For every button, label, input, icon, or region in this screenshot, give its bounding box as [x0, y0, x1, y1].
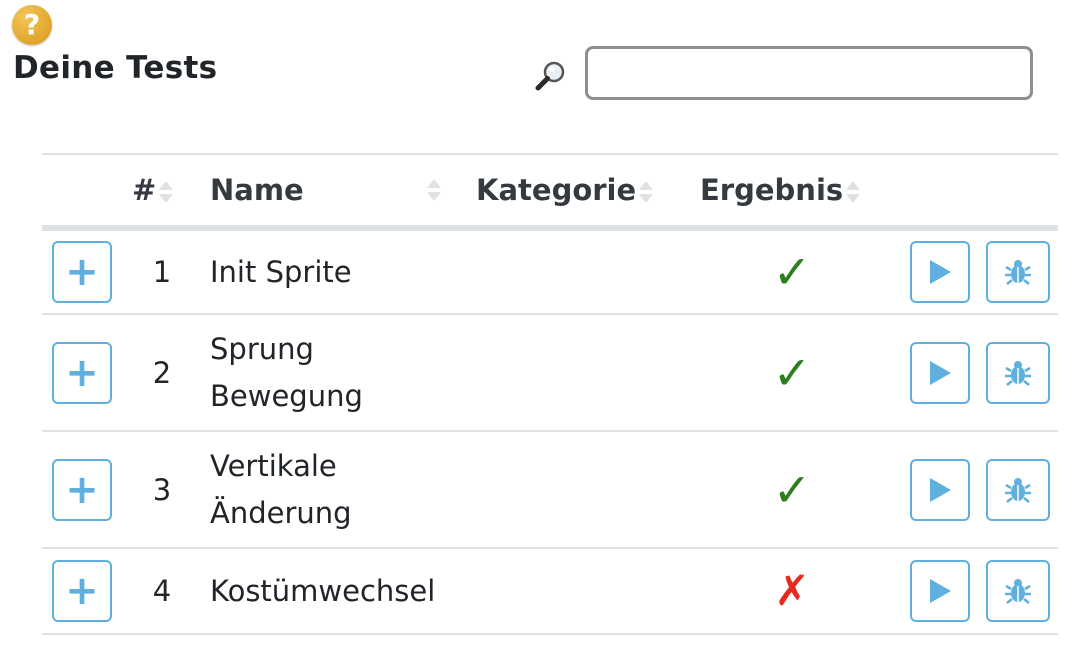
play-icon: [930, 477, 951, 502]
column-header-name[interactable]: Name: [202, 153, 470, 231]
debug-test-button[interactable]: [986, 458, 1050, 521]
bug-icon: [1005, 579, 1031, 604]
play-icon: [930, 360, 951, 385]
run-test-button[interactable]: [910, 560, 970, 622]
play-icon: [930, 579, 951, 603]
test-category: [470, 548, 692, 635]
bug-icon: [1005, 260, 1031, 285]
plus-icon: +: [65, 349, 99, 396]
page-title: Deine Tests: [13, 50, 218, 86]
pass-check-icon: ✓: [772, 245, 812, 299]
column-header-label: Kategorie: [476, 173, 637, 207]
sort-icon[interactable]: [158, 177, 174, 207]
row-number: 2: [122, 314, 202, 432]
column-header-category[interactable]: Kategorie: [470, 153, 692, 231]
expand-button[interactable]: +: [52, 341, 112, 404]
fail-cross-icon: ✗: [774, 566, 810, 615]
row-number: 4: [122, 548, 202, 635]
test-category: [470, 431, 692, 549]
plus-icon: +: [65, 466, 99, 513]
row-number: 3: [122, 431, 202, 549]
pass-check-icon: ✓: [772, 345, 812, 400]
bug-icon: [1005, 477, 1031, 503]
table-row: + 4 Kostümwechsel ✗: [42, 548, 1058, 635]
sort-icon[interactable]: [845, 177, 861, 207]
debug-test-button[interactable]: [986, 560, 1050, 622]
test-name-line: Änderung: [210, 495, 352, 530]
test-category: [470, 314, 692, 432]
test-name: Sprung Bewegung: [202, 314, 470, 432]
expand-button[interactable]: +: [52, 241, 112, 303]
test-name-line: Bewegung: [210, 378, 363, 413]
table-row: + 3 Vertikale Änderung ✓: [42, 431, 1058, 549]
header-actions-spacer: [892, 153, 1058, 231]
debug-test-button[interactable]: [986, 341, 1050, 404]
column-header-label: #: [132, 173, 157, 207]
run-test-button[interactable]: [910, 241, 970, 303]
magnifier-icon: [535, 61, 565, 91]
plus-icon: +: [65, 568, 99, 614]
help-icon[interactable]: ?: [12, 5, 52, 45]
test-name: Init Sprite: [202, 228, 470, 315]
column-header-label: Ergebnis: [700, 173, 844, 207]
plus-icon: +: [65, 249, 99, 295]
test-name-line: Sprung: [210, 331, 314, 366]
play-icon: [930, 260, 951, 284]
run-test-button[interactable]: [910, 341, 970, 404]
bug-icon: [1005, 360, 1031, 386]
table-header-row: # Name Kategorie Ergebnis: [42, 153, 1058, 231]
test-category: [470, 228, 692, 315]
debug-test-button[interactable]: [986, 241, 1050, 303]
expand-button[interactable]: +: [52, 458, 112, 521]
sort-icon[interactable]: [426, 175, 441, 205]
test-name-line: Kostümwechsel: [210, 573, 436, 608]
column-header-result[interactable]: Ergebnis: [692, 153, 892, 231]
pass-check-icon: ✓: [772, 462, 812, 517]
test-name: Vertikale Änderung: [202, 431, 470, 549]
tests-table: # Name Kategorie Ergebnis + 1 Init Sprit…: [42, 153, 1058, 635]
table-row: + 1 Init Sprite ✓: [42, 228, 1058, 315]
expand-button[interactable]: +: [52, 560, 112, 622]
test-name-line: Vertikale: [210, 448, 337, 483]
header-expand-spacer: [42, 153, 122, 231]
search-input[interactable]: [585, 46, 1033, 100]
row-number: 1: [122, 228, 202, 315]
sort-icon[interactable]: [638, 177, 654, 207]
column-header-number[interactable]: #: [122, 153, 202, 231]
table-row: + 2 Sprung Bewegung ✓: [42, 314, 1058, 432]
column-header-label: Name: [210, 173, 304, 207]
test-name-line: Init Sprite: [210, 254, 352, 289]
test-name: Kostümwechsel: [202, 548, 470, 635]
run-test-button[interactable]: [910, 458, 970, 521]
